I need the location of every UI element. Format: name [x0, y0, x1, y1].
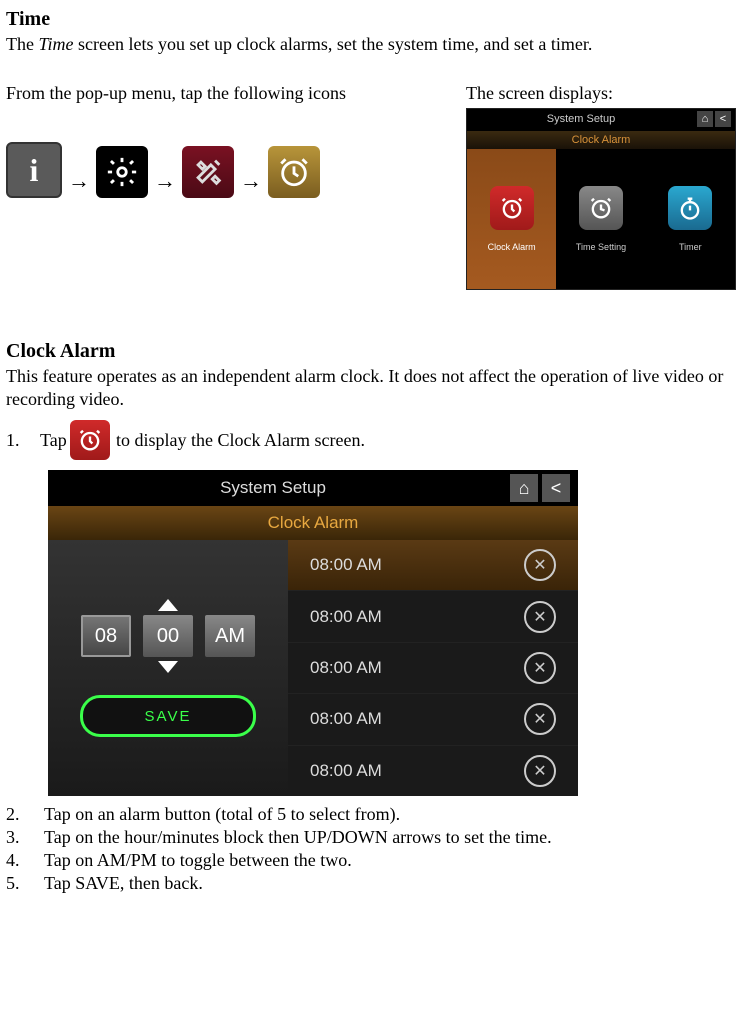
alarm-time: 08:00 AM — [310, 658, 382, 678]
step-item: 4. Tap on AM/PM to toggle between the two… — [6, 850, 736, 871]
arrow-icon: → — [240, 168, 262, 198]
screen-displays-label: The screen displays: — [466, 82, 736, 105]
clock-alarm-screenshot: System Setup ⌂ < Clock Alarm 08 00 AM SA… — [48, 470, 578, 796]
clock-alarm-icon-inline — [70, 420, 110, 460]
step-item: 3. Tap on the hour/minutes block then UP/… — [6, 827, 736, 848]
timer-icon — [668, 186, 712, 230]
home-icon[interactable]: ⌂ — [697, 111, 713, 127]
tools-icon — [182, 146, 234, 198]
tile-clock-alarm-label: Clock Alarm — [488, 242, 536, 252]
alarm-row[interactable]: 08:00 AM ✕ — [288, 642, 578, 693]
step-item: 2. Tap on an alarm button (total of 5 to … — [6, 804, 736, 825]
time-intro-em: Time — [38, 34, 73, 54]
step-text: Tap on AM/PM to toggle between the two. — [44, 850, 352, 871]
clock-alarm-heading: Clock Alarm — [6, 340, 736, 363]
step-number: 2. — [6, 804, 22, 825]
tile-time-setting[interactable]: Time Setting — [556, 149, 645, 289]
arrow-down-icon[interactable] — [158, 661, 178, 673]
time-intro-prefix: The — [6, 34, 38, 54]
time-heading: Time — [6, 8, 736, 31]
step-number: 4. — [6, 850, 22, 871]
popup-instruction: From the pop-up menu, tap the following … — [6, 82, 426, 105]
delete-alarm-icon[interactable]: ✕ — [524, 755, 556, 787]
alarm-list: 08:00 AM ✕ 08:00 AM ✕ 08:00 AM ✕ 08:00 A… — [288, 540, 578, 796]
step-text: Tap on the hour/minutes block then UP/DO… — [44, 827, 552, 848]
hour-field[interactable]: 08 — [81, 615, 131, 657]
tile-timer-label: Timer — [679, 242, 702, 252]
step-1-pre: Tap — [40, 430, 64, 451]
alarm-row[interactable]: 08:00 AM ✕ — [288, 590, 578, 641]
step-number: 5. — [6, 873, 22, 894]
screenshot-title: System Setup — [467, 113, 695, 125]
screenshot-title: System Setup — [48, 478, 498, 498]
alarm-time: 08:00 AM — [310, 555, 382, 575]
step-1-number: 1. — [6, 430, 34, 451]
steps-list: 2. Tap on an alarm button (total of 5 to … — [6, 804, 736, 894]
ampm-field[interactable]: AM — [205, 615, 255, 657]
delete-alarm-icon[interactable]: ✕ — [524, 601, 556, 633]
delete-alarm-icon[interactable]: ✕ — [524, 549, 556, 581]
arrow-icon: → — [68, 168, 90, 198]
alarm-row[interactable]: 08:00 AM ✕ — [288, 745, 578, 796]
icon-sequence: i → → → — [6, 134, 426, 198]
delete-alarm-icon[interactable]: ✕ — [524, 652, 556, 684]
screenshot-subtitle: Clock Alarm — [48, 506, 578, 540]
clock-alarm-desc: This feature operates as an independent … — [6, 365, 736, 410]
delete-alarm-icon[interactable]: ✕ — [524, 703, 556, 735]
gear-icon — [96, 146, 148, 198]
info-icon: i — [6, 142, 62, 198]
time-picker-panel: 08 00 AM SAVE — [48, 540, 288, 796]
time-intro: The Time screen lets you set up clock al… — [6, 33, 736, 56]
screenshot-subtitle: Clock Alarm — [467, 131, 735, 149]
home-icon[interactable]: ⌂ — [510, 474, 538, 502]
tile-clock-alarm[interactable]: Clock Alarm — [467, 149, 556, 289]
alarm-time: 08:00 AM — [310, 761, 382, 781]
alarm-row[interactable]: 08:00 AM ✕ — [288, 693, 578, 744]
back-icon[interactable]: < — [715, 111, 731, 127]
back-icon[interactable]: < — [542, 474, 570, 502]
alarm-time: 08:00 AM — [310, 709, 382, 729]
step-1-post: to display the Clock Alarm screen. — [116, 430, 365, 451]
time-setting-icon — [579, 186, 623, 230]
tile-timer[interactable]: Timer — [646, 149, 735, 289]
step-number: 3. — [6, 827, 22, 848]
tile-time-setting-label: Time Setting — [576, 242, 626, 252]
alarm-row[interactable]: 08:00 AM ✕ — [288, 540, 578, 590]
step-text: Tap SAVE, then back. — [44, 873, 203, 894]
screenshot-top-icons: ⌂ < — [697, 111, 731, 127]
clock-icon — [268, 146, 320, 198]
clock-alarm-icon — [490, 186, 534, 230]
system-setup-screenshot-small: System Setup ⌂ < Clock Alarm Clock Alarm — [466, 108, 736, 290]
screenshot-top-icons: ⌂ < — [510, 474, 570, 502]
arrow-icon: → — [154, 168, 176, 198]
alarm-time: 08:00 AM — [310, 607, 382, 627]
save-button[interactable]: SAVE — [80, 695, 256, 737]
time-picker: 08 00 AM — [81, 599, 255, 673]
step-text: Tap on an alarm button (total of 5 to se… — [44, 804, 400, 825]
step-item: 5. Tap SAVE, then back. — [6, 873, 736, 894]
minute-field[interactable]: 00 — [143, 615, 193, 657]
time-intro-suffix: screen lets you set up clock alarms, set… — [74, 34, 593, 54]
arrow-up-icon[interactable] — [158, 599, 178, 611]
